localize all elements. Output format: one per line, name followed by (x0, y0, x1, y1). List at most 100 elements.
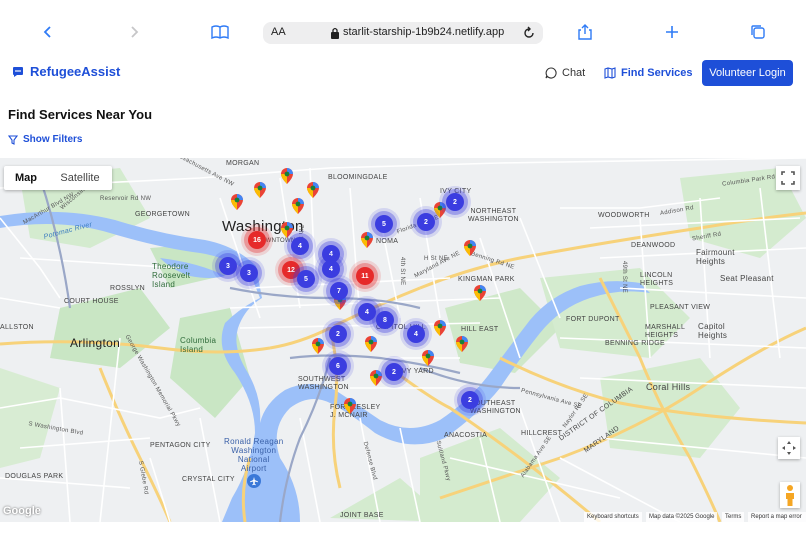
map-pin-icon[interactable] (281, 168, 293, 184)
map-label-douglas-park: DOUGLAS PARK (5, 473, 64, 480)
map-label-deanwood: DEANWOOD (631, 242, 676, 249)
services-map[interactable]: MORGAN BLOOMINGDALE IVY CITY GEORGETOWN … (0, 158, 806, 522)
map-label-benning-ridge: BENNING RIDGE (605, 340, 665, 347)
airport-icon[interactable] (247, 474, 261, 488)
cluster-marker[interactable]: 3 (219, 257, 237, 275)
road-h-st: H St NE (424, 256, 448, 262)
road-4th: 4th St NE (399, 257, 405, 286)
volunteer-login-button[interactable]: Volunteer Login (702, 60, 793, 86)
map-pin-icon[interactable] (281, 222, 293, 238)
map-pin-icon[interactable] (474, 285, 486, 301)
map-label-pleasant-view: PLEASANT VIEW (650, 304, 711, 311)
nav-chat[interactable]: Chat (545, 67, 585, 79)
cluster-marker[interactable]: 7 (330, 282, 348, 300)
map-label-seat-pleasant: Seat Pleasant (720, 274, 774, 283)
tabs-overview-icon[interactable] (744, 18, 772, 46)
map-label-southwest-washington: SOUTHWEST WASHINGTON (298, 376, 349, 391)
cluster-marker[interactable]: 4 (358, 303, 376, 321)
map-label-lincoln-heights: LINCOLN HEIGHTS (640, 272, 674, 287)
map-pin-icon[interactable] (254, 182, 266, 198)
cluster-marker[interactable]: 6 (329, 357, 347, 375)
nav-find-services[interactable]: Find Services (604, 67, 693, 79)
map-pin-icon[interactable] (312, 338, 324, 354)
cluster-marker[interactable]: 2 (417, 213, 435, 231)
map-pin-icon[interactable] (434, 202, 446, 218)
terms-link[interactable]: Terms (722, 512, 745, 522)
brand-logo[interactable]: RefugeeAssist (12, 64, 120, 79)
new-tab-icon[interactable] (658, 18, 686, 46)
cluster-marker[interactable]: 5 (297, 270, 315, 288)
cluster-marker[interactable]: 4 (407, 325, 425, 343)
show-filters-button[interactable]: Show Filters (8, 134, 82, 145)
map-label-joint-base: JOINT BASE (340, 512, 384, 519)
address-bar[interactable]: AA starlit-starship-1b9b24.netlify.app (263, 22, 543, 44)
map-label-noma: NOMA (376, 238, 399, 245)
map-label-georgetown: GEORGETOWN (135, 211, 190, 218)
map-label-columbia-island: Columbia Island (180, 336, 217, 354)
map-label-northeast-washington: NORTHEAST WASHINGTON (468, 208, 519, 223)
bookmarks-icon[interactable] (206, 18, 234, 46)
map-pin-icon[interactable] (464, 240, 476, 256)
back-icon[interactable] (34, 18, 62, 46)
chat-icon (545, 67, 557, 79)
map-label-arlington: Arlington (70, 336, 121, 350)
map-label-marshall-heights: MARSHALL HEIGHTS (645, 324, 686, 339)
map-label-kingman-park: KINGMAN PARK (458, 276, 515, 283)
map-pin-icon[interactable] (231, 194, 243, 210)
map-label-morgan: MORGAN (226, 160, 260, 167)
map-pin-icon[interactable] (292, 198, 304, 214)
share-icon[interactable] (571, 18, 599, 46)
camera-control-icon (782, 441, 796, 455)
keyboard-shortcuts-link[interactable]: Keyboard shortcuts (584, 512, 642, 522)
map-pin-icon[interactable] (434, 320, 446, 336)
camera-control-button[interactable] (778, 437, 800, 459)
map-type-control: Map Satellite (4, 166, 112, 190)
map-pin-icon[interactable] (307, 182, 319, 198)
map-label-fort-dupont: FORT DUPONT (566, 316, 620, 323)
cluster-marker[interactable]: 2 (385, 363, 403, 381)
cluster-marker[interactable]: 5 (375, 215, 393, 233)
report-map-error-link[interactable]: Report a map error (748, 512, 806, 522)
fullscreen-icon (781, 171, 795, 185)
cluster-marker[interactable]: 11 (356, 267, 374, 285)
map-type-satellite-button[interactable]: Satellite (48, 166, 112, 190)
map-data-attribution: Map data ©2025 Google (646, 512, 718, 522)
map-type-map-button[interactable]: Map (4, 166, 48, 190)
map-pin-icon[interactable] (422, 350, 434, 366)
cluster-marker[interactable]: 2 (446, 193, 464, 211)
map-label-court-house: COURT HOUSE (64, 298, 119, 305)
map-pin-icon[interactable] (456, 336, 468, 352)
nav-chat-label: Chat (562, 67, 586, 79)
lock-icon (331, 27, 339, 39)
map-label-hill-east: HILL EAST (461, 326, 499, 333)
cluster-marker[interactable]: 4 (291, 237, 309, 255)
brand-name: RefugeeAssist (30, 64, 121, 79)
cluster-marker[interactable]: 3 (240, 264, 258, 282)
map-label-crystal-city: CRYSTAL CITY (182, 476, 235, 483)
reload-icon[interactable] (521, 25, 537, 41)
cluster-marker[interactable]: 2 (329, 325, 347, 343)
street-view-pegman[interactable] (780, 482, 800, 508)
map-label-rosslyn: ROSSLYN (110, 285, 146, 292)
fullscreen-button[interactable] (776, 166, 800, 190)
browser-toolbar: AA starlit-starship-1b9b24.netlify.app (0, 0, 806, 60)
map-label-airport: Ronald Reagan Washington National Airpor… (224, 437, 284, 473)
map-pin-icon[interactable] (344, 398, 356, 414)
cluster-marker[interactable]: 16 (248, 231, 266, 249)
road-49th: 49th St NE (621, 261, 627, 294)
forward-icon[interactable] (120, 18, 148, 46)
page-title: Find Services Near You (8, 107, 153, 122)
map-label-capitol-heights: Capitol Heights (698, 322, 728, 340)
show-filters-label: Show Filters (23, 134, 83, 145)
map-pin-icon[interactable] (361, 232, 373, 248)
map-icon (604, 67, 616, 79)
cluster-marker[interactable]: 4 (322, 260, 340, 278)
reader-aa-button[interactable]: AA (271, 26, 286, 38)
map-label-coral-hills: Coral Hills (646, 382, 691, 392)
cluster-marker[interactable]: 2 (461, 391, 479, 409)
cluster-marker[interactable]: 8 (376, 311, 394, 329)
map-pin-icon[interactable] (365, 336, 377, 352)
map-pin-icon[interactable] (370, 370, 382, 386)
map-label-hillcrest: HILLCREST (521, 430, 563, 437)
pegman-icon (786, 485, 794, 506)
